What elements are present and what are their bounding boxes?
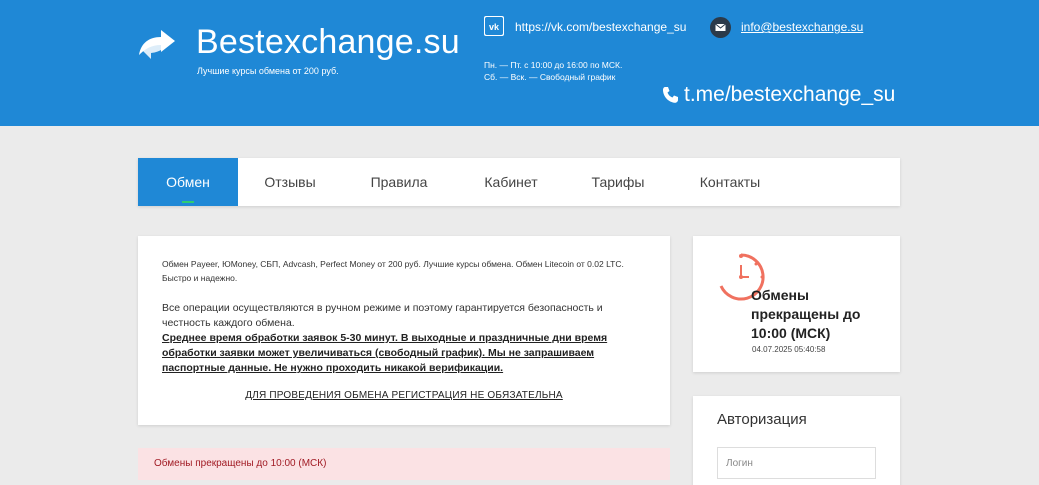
operations-text: Все операции осуществляются в ручном реж… xyxy=(162,302,603,329)
work-schedule: Пн. — Пт. с 10:00 до 16:00 по МСК. Сб. —… xyxy=(484,59,622,83)
vk-link[interactable]: https://vk.com/bestexchange_su xyxy=(515,20,686,34)
main-nav: Обмен Отзывы Правила Кабинет Тарифы Конт… xyxy=(138,158,900,206)
nav-item-account[interactable]: Кабинет xyxy=(476,158,546,206)
status-text: Обмены прекращены до 10:00 (МСК) xyxy=(751,287,861,341)
status-card: Обмены прекращены до 10:00 (МСК) 04.07.2… xyxy=(693,236,900,372)
schedule-weekdays: Пн. — Пт. с 10:00 до 16:00 по МСК. xyxy=(484,60,623,70)
site-header: Bestexchange.su Лучшие курсы обмена от 2… xyxy=(0,0,1039,126)
processing-text: Среднее время обработки заявок 5-30 мину… xyxy=(162,332,608,374)
vk-icon[interactable]: vk xyxy=(484,16,504,36)
site-logo-text[interactable]: Bestexchange.su xyxy=(196,22,460,62)
site-tagline: Лучшие курсы обмена от 200 руб. xyxy=(197,66,339,76)
nav-item-exchange[interactable]: Обмен xyxy=(138,158,238,206)
nav-item-contacts[interactable]: Контакты xyxy=(690,158,770,206)
phone-icon xyxy=(662,87,678,103)
exchange-arrows-icon[interactable] xyxy=(137,25,183,59)
auth-card: Авторизация xyxy=(693,396,900,485)
auth-title: Авторизация xyxy=(717,411,807,428)
telegram-link[interactable]: t.me/bestexchange_su xyxy=(684,83,895,107)
intro-text: Обмен Payeer, ЮMoney, СБП, Advcash, Perf… xyxy=(162,259,624,283)
nav-item-tariffs[interactable]: Тарифы xyxy=(583,158,653,206)
no-registration-notice: ДЛЯ ПРОВЕДЕНИЯ ОБМЕНА РЕГИСТРАЦИЯ НЕ ОБЯ… xyxy=(245,390,563,401)
schedule-weekend: Сб. — Вск. — Свободный график xyxy=(484,72,616,82)
nav-item-reviews[interactable]: Отзывы xyxy=(255,158,325,206)
alert-text: Обмены прекращены до 10:00 (МСК) xyxy=(154,458,327,469)
login-input[interactable] xyxy=(717,447,876,479)
svg-text:vk: vk xyxy=(489,22,500,32)
info-card: Обмен Payeer, ЮMoney, СБП, Advcash, Perf… xyxy=(138,236,670,425)
exchange-stopped-alert: Обмены прекращены до 10:00 (МСК) xyxy=(138,448,670,480)
mail-icon[interactable] xyxy=(710,17,731,38)
status-datetime: 04.07.2025 05:40:58 xyxy=(752,345,826,354)
email-link[interactable]: info@bestexchange.su xyxy=(741,20,863,34)
nav-item-rules[interactable]: Правила xyxy=(364,158,434,206)
